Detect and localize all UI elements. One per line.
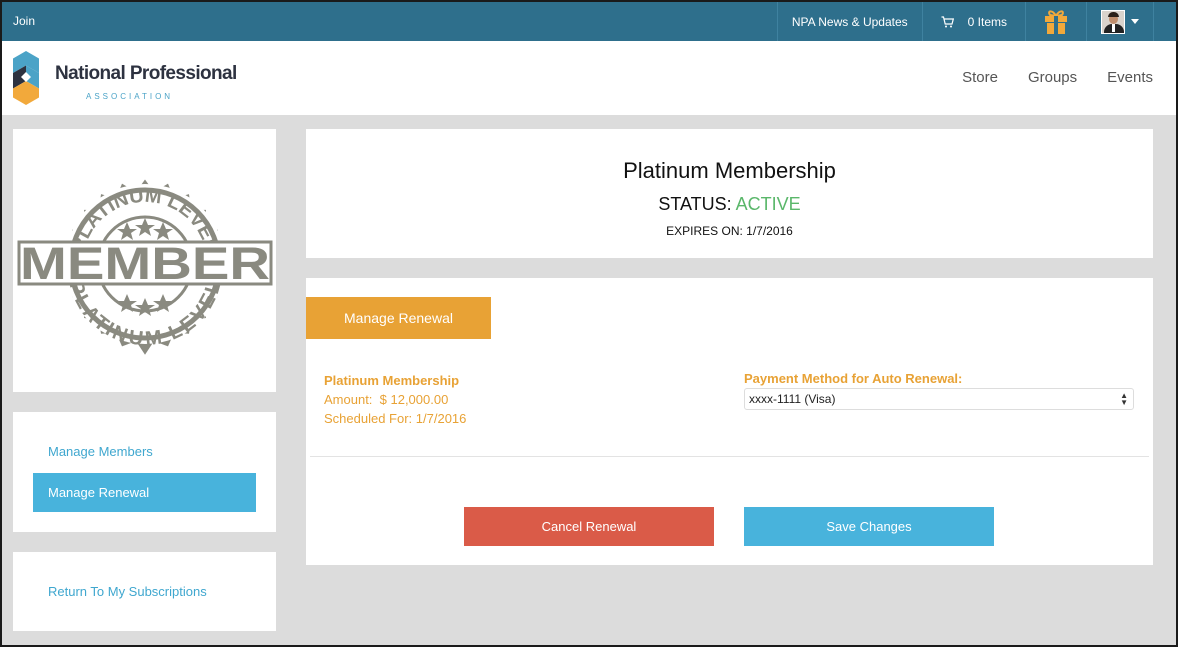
cart-icon: [941, 15, 954, 27]
platinum-member-seal: PLATINUM LEVEL PLATINUM LEVEL MEMBER: [17, 179, 273, 355]
save-changes-button[interactable]: Save Changes: [744, 507, 994, 546]
user-menu[interactable]: [1086, 2, 1154, 41]
main-nav: Store Groups Events: [932, 69, 1153, 86]
cancel-renewal-button[interactable]: Cancel Renewal: [464, 507, 714, 546]
sidebar-item-manage-members[interactable]: Manage Members: [48, 444, 153, 459]
payment-method-select[interactable]: xxxx-1111 (Visa) ▲ ▼: [744, 388, 1134, 410]
news-link[interactable]: NPA News & Updates: [776, 2, 922, 41]
site-header: National Professional ASSOCIATION Store …: [2, 41, 1176, 115]
brand-name: National Professional: [55, 63, 237, 84]
expiration-date: EXPIRES ON: 1/7/2016: [666, 224, 793, 238]
divider: [310, 456, 1149, 457]
membership-title: Platinum Membership: [623, 158, 836, 183]
gift-button[interactable]: [1025, 2, 1086, 41]
cart-count: 0 Items: [967, 14, 1007, 29]
status-badge: ACTIVE: [735, 194, 801, 214]
renewal-scheduled-date: Scheduled For: 1/7/2016: [324, 411, 467, 426]
brand-subtitle: ASSOCIATION: [86, 92, 174, 101]
logo-hexagon-icon: [13, 51, 39, 105]
sidebar-item-manage-renewal[interactable]: Manage Renewal: [33, 473, 256, 512]
sidebar-menu: Manage Members Manage Renewal: [13, 412, 276, 532]
join-link[interactable]: Join: [13, 14, 35, 28]
nav-store[interactable]: Store: [962, 69, 998, 86]
top-bar: Join NPA News & Updates 0 Items: [0, 0, 1178, 41]
membership-summary: Platinum Membership STATUS: ACTIVE EXPIR…: [306, 129, 1153, 258]
tab-manage-renewal[interactable]: Manage Renewal: [306, 297, 491, 339]
return-to-subscriptions-link[interactable]: Return To My Subscriptions: [48, 584, 207, 599]
select-arrows-icon: ▲ ▼: [1120, 391, 1128, 407]
nav-events[interactable]: Events: [1107, 69, 1153, 86]
renewal-details: Platinum Membership Amount: $ 12,000.00 …: [324, 371, 466, 428]
status-label: STATUS:: [658, 194, 732, 214]
renewal-panel: Manage Renewal Platinum Membership Amoun…: [306, 278, 1153, 565]
nav-groups[interactable]: Groups: [1028, 69, 1077, 86]
seal-text-main: MEMBER: [20, 238, 270, 289]
cart-link[interactable]: 0 Items: [921, 2, 1025, 41]
chevron-down-icon: [1131, 19, 1139, 24]
sidebar-return: Return To My Subscriptions: [13, 552, 276, 631]
membership-status: STATUS: ACTIVE: [306, 194, 1153, 215]
payment-method-value: xxxx-1111 (Visa): [749, 392, 836, 406]
gift-icon: [1045, 9, 1067, 34]
payment-method-label: Payment Method for Auto Renewal:: [744, 371, 963, 386]
renewal-amount: Amount: $ 12,000.00: [324, 392, 449, 407]
top-bar-right: NPA News & Updates 0 Items: [776, 2, 1154, 41]
membership-badge-panel: PLATINUM LEVEL PLATINUM LEVEL MEMBER: [13, 129, 276, 392]
renewal-plan-name: Platinum Membership: [324, 373, 460, 388]
avatar: [1101, 9, 1125, 34]
